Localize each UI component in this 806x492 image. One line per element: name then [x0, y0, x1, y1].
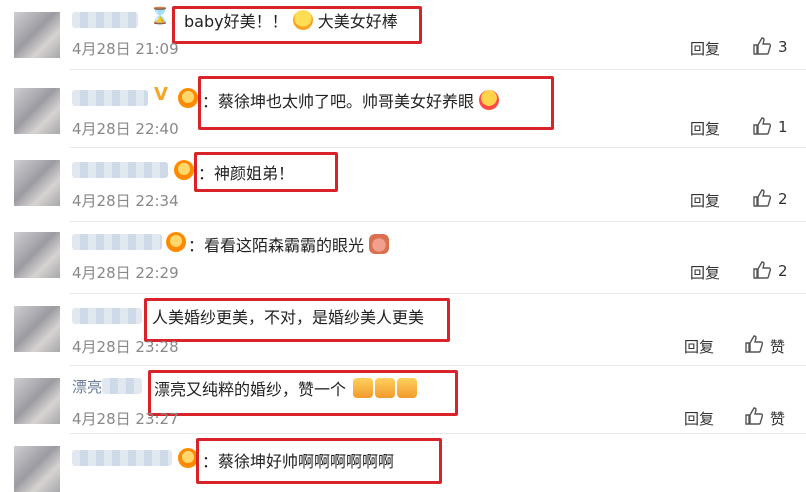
avatar[interactable] — [14, 12, 60, 58]
avatar[interactable] — [14, 88, 60, 134]
comment-date: 4月28日 22:29 — [72, 264, 179, 282]
username-blurred[interactable] — [72, 90, 148, 106]
pig-emoji-icon — [369, 234, 390, 254]
comment-row: 漂亮 漂亮又纯粹的婚纱，赞一个 4月28日 23:27 回复 赞 — [0, 366, 806, 434]
like-count: 1 — [778, 118, 788, 136]
member-badge-icon — [174, 160, 194, 180]
comment-row: ：蔡徐坤好帅啊啊啊啊啊啊 — [0, 434, 806, 492]
avatar[interactable] — [14, 160, 60, 206]
highlight-box — [198, 76, 554, 130]
reply-button[interactable]: 回复 — [690, 118, 720, 139]
avatar[interactable] — [14, 306, 60, 352]
comment-date: 4月28日 22:34 — [72, 192, 179, 210]
member-badge-icon — [178, 88, 198, 108]
comment-text-part: ：看看这陌森霸霸的眼光 — [188, 236, 365, 255]
like-icon[interactable] — [744, 406, 764, 426]
comment-row: ⌛ baby好美！！ 大美女好棒 4月28日 21:09 回复 3 — [0, 0, 806, 70]
username-blurred[interactable] — [72, 162, 168, 178]
comment-date: 4月28日 21:09 — [72, 40, 179, 58]
like-icon[interactable] — [752, 188, 772, 208]
comment-row: ：看看这陌森霸霸的眼光 4月28日 22:29 回复 2 — [0, 222, 806, 294]
reply-button[interactable]: 回复 — [690, 262, 720, 283]
avatar[interactable] — [14, 446, 60, 492]
like-label[interactable]: 赞 — [770, 336, 785, 357]
comment-date: 4月28日 23:28 — [72, 338, 179, 356]
avatar[interactable] — [14, 232, 60, 278]
like-icon[interactable] — [752, 260, 772, 280]
username-blurred[interactable] — [72, 308, 142, 324]
comment-row: 人美婚纱更美，不对，是婚纱美人更美 4月28日 23:28 回复 赞 — [0, 294, 806, 366]
highlight-box — [148, 370, 458, 416]
verified-v-icon: V — [154, 84, 168, 105]
like-icon[interactable] — [752, 116, 772, 136]
highlight-box — [144, 298, 450, 342]
reply-button[interactable]: 回复 — [684, 408, 714, 429]
avatar[interactable] — [14, 378, 60, 424]
like-count: 2 — [778, 262, 788, 280]
comment-text: ：看看这陌森霸霸的眼光 — [188, 232, 390, 256]
highlight-box — [194, 152, 338, 192]
like-count: 2 — [778, 190, 788, 208]
like-label[interactable]: 赞 — [770, 408, 785, 429]
like-icon[interactable] — [744, 334, 764, 354]
comment-row: ：神颜姐弟！ 4月28日 22:34 回复 2 — [0, 148, 806, 222]
reply-button[interactable]: 回复 — [690, 38, 720, 59]
hourglass-icon: ⌛ — [150, 6, 170, 25]
comment-date: 4月28日 22:40 — [72, 120, 179, 138]
member-badge-icon — [166, 232, 186, 252]
like-count: 3 — [778, 38, 788, 56]
username-blurred[interactable] — [72, 234, 162, 250]
reply-button[interactable]: 回复 — [684, 336, 714, 357]
username-blurred[interactable] — [72, 450, 172, 466]
username-blurred[interactable] — [102, 378, 142, 394]
like-icon[interactable] — [752, 36, 772, 56]
username-partial[interactable]: 漂亮 — [72, 376, 102, 397]
comment-date: 4月28日 23:27 — [72, 410, 179, 428]
username-blurred[interactable] — [72, 12, 138, 28]
member-badge-icon — [178, 448, 198, 468]
reply-button[interactable]: 回复 — [690, 190, 720, 211]
highlight-box — [172, 6, 422, 44]
highlight-box — [196, 438, 442, 484]
comment-row: V ：蔡徐坤也太帅了吧。帅哥美女好养眼 4月28日 22:40 回复 1 — [0, 70, 806, 148]
